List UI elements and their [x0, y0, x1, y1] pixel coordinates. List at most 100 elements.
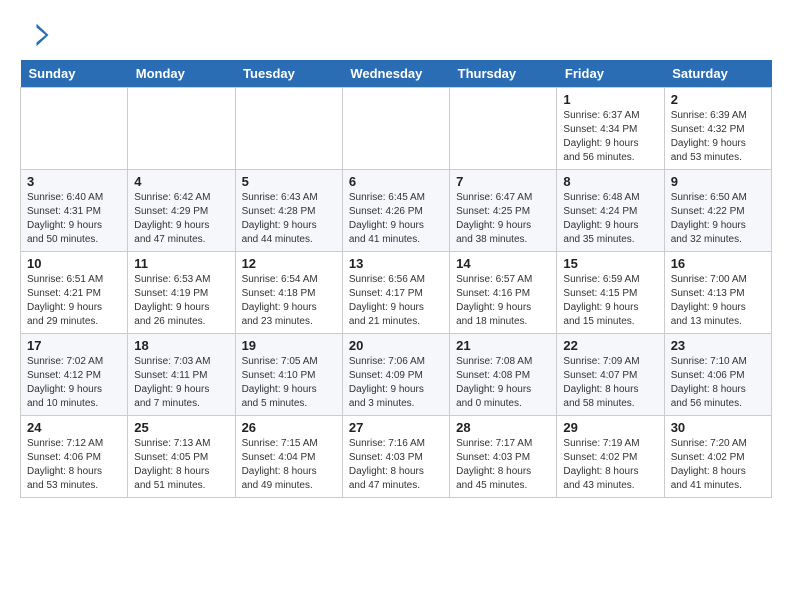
day-number: 26: [242, 420, 336, 435]
day-info: Sunrise: 6:43 AM Sunset: 4:28 PM Dayligh…: [242, 191, 336, 247]
day-number: 23: [671, 338, 765, 353]
day-info: Sunrise: 7:09 AM Sunset: 4:07 PM Dayligh…: [563, 355, 657, 411]
weekday-header-monday: Monday: [128, 60, 235, 88]
day-info: Sunrise: 7:17 AM Sunset: 4:03 PM Dayligh…: [456, 437, 550, 493]
day-info: Sunrise: 6:59 AM Sunset: 4:15 PM Dayligh…: [563, 273, 657, 329]
calendar-cell: 22 Sunrise: 7:09 AM Sunset: 4:07 PM Dayli…: [557, 334, 664, 416]
calendar-table: SundayMondayTuesdayWednesdayThursdayFrid…: [20, 60, 772, 498]
day-number: 25: [134, 420, 228, 435]
calendar-cell: 2 Sunrise: 6:39 AM Sunset: 4:32 PM Daylig…: [664, 88, 771, 170]
calendar-cell: 24 Sunrise: 7:12 AM Sunset: 4:06 PM Dayli…: [21, 416, 128, 498]
calendar-cell: 17 Sunrise: 7:02 AM Sunset: 4:12 PM Dayli…: [21, 334, 128, 416]
day-number: 24: [27, 420, 121, 435]
calendar-cell: [450, 88, 557, 170]
week-row-4: 17 Sunrise: 7:02 AM Sunset: 4:12 PM Dayli…: [21, 334, 772, 416]
calendar-cell: 19 Sunrise: 7:05 AM Sunset: 4:10 PM Dayli…: [235, 334, 342, 416]
day-info: Sunrise: 7:08 AM Sunset: 4:08 PM Dayligh…: [456, 355, 550, 411]
week-row-1: 1 Sunrise: 6:37 AM Sunset: 4:34 PM Daylig…: [21, 88, 772, 170]
calendar-cell: 21Sunrise: 7:08 AM Sunset: 4:08 PM Dayli…: [450, 334, 557, 416]
day-number: 19: [242, 338, 336, 353]
calendar-cell: 15Sunrise: 6:59 AM Sunset: 4:15 PM Dayli…: [557, 252, 664, 334]
week-row-2: 3 Sunrise: 6:40 AM Sunset: 4:31 PM Daylig…: [21, 170, 772, 252]
calendar-cell: 5Sunrise: 6:43 AM Sunset: 4:28 PM Daylig…: [235, 170, 342, 252]
weekday-header-thursday: Thursday: [450, 60, 557, 88]
day-number: 3: [27, 174, 121, 189]
day-number: 10: [27, 256, 121, 271]
day-info: Sunrise: 6:56 AM Sunset: 4:17 PM Dayligh…: [349, 273, 443, 329]
calendar-cell: 16 Sunrise: 7:00 AM Sunset: 4:13 PM Dayli…: [664, 252, 771, 334]
day-info: Sunrise: 6:48 AM Sunset: 4:24 PM Dayligh…: [563, 191, 657, 247]
day-number: 20: [349, 338, 443, 353]
day-info: Sunrise: 6:51 AM Sunset: 4:21 PM Dayligh…: [27, 273, 121, 329]
calendar-cell: 14 Sunrise: 6:57 AM Sunset: 4:16 PM Dayli…: [450, 252, 557, 334]
day-info: Sunrise: 6:42 AM Sunset: 4:29 PM Dayligh…: [134, 191, 228, 247]
day-info: Sunrise: 7:16 AM Sunset: 4:03 PM Dayligh…: [349, 437, 443, 493]
day-number: 7: [456, 174, 550, 189]
day-info: Sunrise: 6:45 AM Sunset: 4:26 PM Dayligh…: [349, 191, 443, 247]
calendar-cell: 27 Sunrise: 7:16 AM Sunset: 4:03 PM Dayli…: [342, 416, 449, 498]
day-info: Sunrise: 7:00 AM Sunset: 4:13 PM Dayligh…: [671, 273, 765, 329]
day-number: 17: [27, 338, 121, 353]
calendar-cell: 20 Sunrise: 7:06 AM Sunset: 4:09 PM Dayli…: [342, 334, 449, 416]
day-info: Sunrise: 6:39 AM Sunset: 4:32 PM Dayligh…: [671, 109, 765, 165]
day-info: Sunrise: 6:57 AM Sunset: 4:16 PM Dayligh…: [456, 273, 550, 329]
day-info: Sunrise: 6:40 AM Sunset: 4:31 PM Dayligh…: [27, 191, 121, 247]
calendar-cell: 3 Sunrise: 6:40 AM Sunset: 4:31 PM Daylig…: [21, 170, 128, 252]
day-info: Sunrise: 7:20 AM Sunset: 4:02 PM Dayligh…: [671, 437, 765, 493]
calendar-cell: 7 Sunrise: 6:47 AM Sunset: 4:25 PM Daylig…: [450, 170, 557, 252]
calendar-cell: 30 Sunrise: 7:20 AM Sunset: 4:02 PM Dayli…: [664, 416, 771, 498]
day-number: 1: [563, 92, 657, 107]
calendar-cell: 1 Sunrise: 6:37 AM Sunset: 4:34 PM Daylig…: [557, 88, 664, 170]
day-info: Sunrise: 7:13 AM Sunset: 4:05 PM Dayligh…: [134, 437, 228, 493]
day-number: 16: [671, 256, 765, 271]
weekday-header-sunday: Sunday: [21, 60, 128, 88]
calendar-cell: 11Sunrise: 6:53 AM Sunset: 4:19 PM Dayli…: [128, 252, 235, 334]
day-number: 14: [456, 256, 550, 271]
page-header: [20, 20, 772, 50]
week-row-5: 24 Sunrise: 7:12 AM Sunset: 4:06 PM Dayli…: [21, 416, 772, 498]
logo-icon: [20, 20, 50, 50]
day-info: Sunrise: 6:54 AM Sunset: 4:18 PM Dayligh…: [242, 273, 336, 329]
day-number: 28: [456, 420, 550, 435]
day-number: 11: [134, 256, 228, 271]
day-number: 12: [242, 256, 336, 271]
day-number: 22: [563, 338, 657, 353]
day-number: 9: [671, 174, 765, 189]
calendar-cell: 28 Sunrise: 7:17 AM Sunset: 4:03 PM Dayli…: [450, 416, 557, 498]
calendar-cell: 9 Sunrise: 6:50 AM Sunset: 4:22 PM Daylig…: [664, 170, 771, 252]
calendar-cell: 6Sunrise: 6:45 AM Sunset: 4:26 PM Daylig…: [342, 170, 449, 252]
weekday-header-tuesday: Tuesday: [235, 60, 342, 88]
day-info: Sunrise: 7:12 AM Sunset: 4:06 PM Dayligh…: [27, 437, 121, 493]
day-info: Sunrise: 6:50 AM Sunset: 4:22 PM Dayligh…: [671, 191, 765, 247]
day-info: Sunrise: 7:02 AM Sunset: 4:12 PM Dayligh…: [27, 355, 121, 411]
day-info: Sunrise: 6:37 AM Sunset: 4:34 PM Dayligh…: [563, 109, 657, 165]
weekday-header-wednesday: Wednesday: [342, 60, 449, 88]
logo: [20, 20, 54, 50]
calendar-cell: [235, 88, 342, 170]
calendar-cell: [128, 88, 235, 170]
weekday-header-friday: Friday: [557, 60, 664, 88]
day-info: Sunrise: 7:10 AM Sunset: 4:06 PM Dayligh…: [671, 355, 765, 411]
week-row-3: 10 Sunrise: 6:51 AM Sunset: 4:21 PM Dayli…: [21, 252, 772, 334]
calendar-cell: 23 Sunrise: 7:10 AM Sunset: 4:06 PM Dayli…: [664, 334, 771, 416]
day-info: Sunrise: 7:03 AM Sunset: 4:11 PM Dayligh…: [134, 355, 228, 411]
calendar-cell: 26 Sunrise: 7:15 AM Sunset: 4:04 PM Dayli…: [235, 416, 342, 498]
day-info: Sunrise: 6:47 AM Sunset: 4:25 PM Dayligh…: [456, 191, 550, 247]
weekday-header-saturday: Saturday: [664, 60, 771, 88]
day-info: Sunrise: 7:19 AM Sunset: 4:02 PM Dayligh…: [563, 437, 657, 493]
calendar-cell: [21, 88, 128, 170]
calendar-cell: 10 Sunrise: 6:51 AM Sunset: 4:21 PM Dayli…: [21, 252, 128, 334]
day-number: 13: [349, 256, 443, 271]
day-number: 2: [671, 92, 765, 107]
calendar-cell: 12 Sunrise: 6:54 AM Sunset: 4:18 PM Dayli…: [235, 252, 342, 334]
day-info: Sunrise: 7:15 AM Sunset: 4:04 PM Dayligh…: [242, 437, 336, 493]
calendar-cell: 8Sunrise: 6:48 AM Sunset: 4:24 PM Daylig…: [557, 170, 664, 252]
calendar-cell: 29Sunrise: 7:19 AM Sunset: 4:02 PM Dayli…: [557, 416, 664, 498]
day-number: 27: [349, 420, 443, 435]
day-number: 4: [134, 174, 228, 189]
day-info: Sunrise: 7:06 AM Sunset: 4:09 PM Dayligh…: [349, 355, 443, 411]
calendar-cell: 18Sunrise: 7:03 AM Sunset: 4:11 PM Dayli…: [128, 334, 235, 416]
calendar-cell: 25 Sunrise: 7:13 AM Sunset: 4:05 PM Dayli…: [128, 416, 235, 498]
day-number: 30: [671, 420, 765, 435]
day-info: Sunrise: 7:05 AM Sunset: 4:10 PM Dayligh…: [242, 355, 336, 411]
